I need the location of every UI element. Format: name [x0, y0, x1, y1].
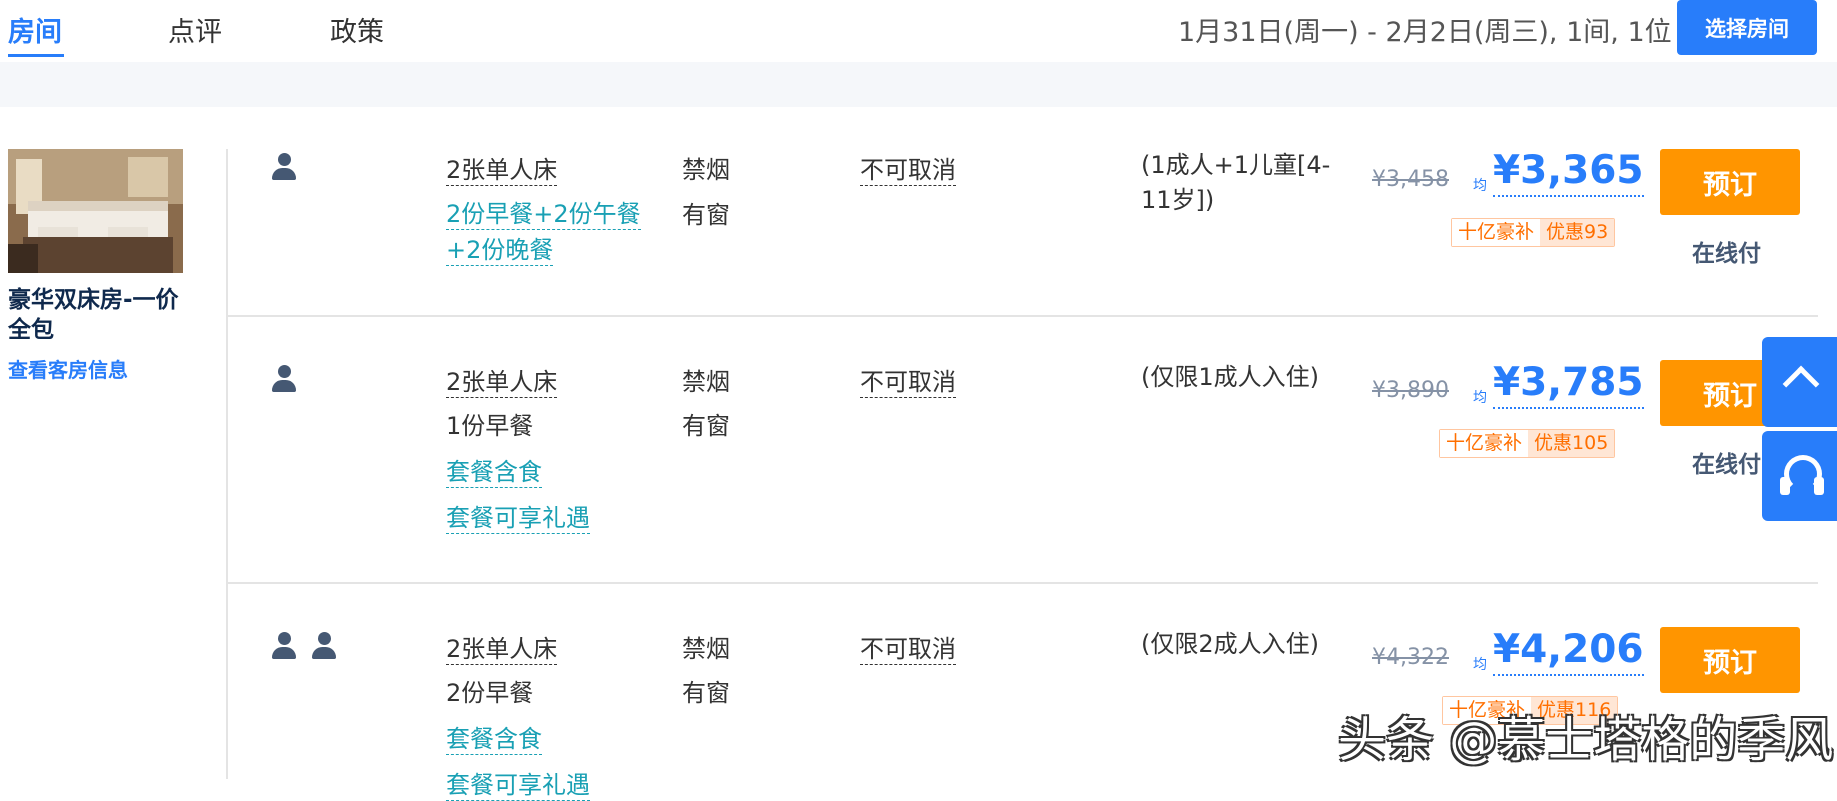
room-photo[interactable] — [8, 149, 183, 273]
window-info: 有窗 — [682, 412, 730, 440]
payment-method: 在线付 — [1692, 452, 1761, 478]
cancellation-policy[interactable]: 不可取消 — [860, 150, 956, 186]
cancellation-policy[interactable]: 不可取消 — [860, 629, 956, 665]
select-room-button[interactable]: 选择房间 — [1677, 0, 1817, 55]
chevron-up-icon — [1782, 365, 1820, 403]
promo-discount: 优惠93 — [1540, 219, 1615, 246]
tab-policies[interactable]: 政策 — [330, 10, 384, 49]
person-icon — [312, 632, 336, 662]
active-tab-underline — [8, 54, 64, 57]
original-price: ¥4,322 — [1372, 645, 1449, 670]
watermark: 头条 @慕士塔格的季风 — [1338, 712, 1834, 768]
price[interactable]: ¥3,365 — [1493, 148, 1644, 197]
meal-plan-continued[interactable]: +2份晚餐 — [446, 230, 554, 266]
package-perk-link[interactable]: 套餐可享礼遇 — [446, 498, 590, 534]
bed-type[interactable]: 2张单人床 — [446, 150, 558, 186]
promo-label: 十亿豪补 — [1452, 219, 1541, 246]
average-label: 均 — [1473, 657, 1487, 673]
tab-rooms[interactable]: 房间 — [8, 10, 62, 49]
meal-plan: 2份早餐 — [446, 679, 534, 707]
meal-plan[interactable]: 2份早餐+2份午餐 — [446, 194, 641, 230]
original-price: ¥3,890 — [1372, 378, 1449, 403]
room-column-divider — [226, 149, 228, 779]
price[interactable]: ¥3,785 — [1493, 360, 1644, 409]
meal-plan: 1份早餐 — [446, 412, 534, 440]
average-label: 均 — [1473, 390, 1487, 406]
promo-discount: 优惠105 — [1528, 430, 1615, 457]
cancellation-policy[interactable]: 不可取消 — [860, 362, 956, 398]
customer-service-button[interactable] — [1762, 431, 1837, 521]
occupancy-limit: (1成人+1儿童[4-11岁]) — [1141, 151, 1331, 214]
top-nav-bar: 房间 点评 政策 1月31日(周一) - 2月2日(周三), 1间, 1位 选择… — [0, 0, 1837, 62]
back-to-top-button[interactable] — [1762, 337, 1837, 427]
price[interactable]: ¥4,206 — [1493, 627, 1644, 676]
book-button[interactable]: 预订 — [1660, 627, 1800, 693]
view-room-info-link[interactable]: 查看客房信息 — [8, 354, 128, 383]
package-meal-link[interactable]: 套餐含食 — [446, 719, 542, 755]
occupancy-limit: (仅限2成人入住) — [1141, 630, 1319, 658]
tab-reviews[interactable]: 点评 — [168, 10, 222, 49]
package-meal-link[interactable]: 套餐含食 — [446, 452, 542, 488]
bed-type[interactable]: 2张单人床 — [446, 629, 558, 665]
section-spacer — [0, 62, 1837, 107]
average-label: 均 — [1473, 178, 1487, 194]
original-price: ¥3,458 — [1372, 167, 1449, 192]
room-photo-illustration — [8, 149, 183, 273]
promo-badge[interactable]: 十亿豪补 优惠93 — [1451, 218, 1616, 247]
person-icon — [272, 365, 296, 395]
person-icon — [272, 153, 296, 183]
room-type-title: 豪华双床房-一价全包 — [8, 287, 179, 343]
smoking-policy: 禁烟 — [682, 635, 730, 663]
smoking-policy: 禁烟 — [682, 368, 730, 396]
window-info: 有窗 — [682, 679, 730, 707]
book-button[interactable]: 预订 — [1660, 149, 1800, 215]
payment-method: 在线付 — [1692, 241, 1761, 267]
window-info: 有窗 — [682, 201, 730, 229]
stay-date-summary[interactable]: 1月31日(周一) - 2月2日(周三), 1间, 1位 — [1178, 10, 1672, 49]
row-divider — [228, 315, 1818, 317]
promo-label: 十亿豪补 — [1440, 430, 1529, 457]
occupancy-limit: (仅限1成人入住) — [1141, 363, 1319, 391]
smoking-policy: 禁烟 — [682, 156, 730, 184]
person-icon — [272, 632, 296, 662]
package-perk-link[interactable]: 套餐可享礼遇 — [446, 765, 590, 801]
row-divider — [228, 582, 1818, 584]
promo-badge[interactable]: 十亿豪补 优惠105 — [1439, 429, 1616, 458]
bed-type[interactable]: 2张单人床 — [446, 362, 558, 398]
